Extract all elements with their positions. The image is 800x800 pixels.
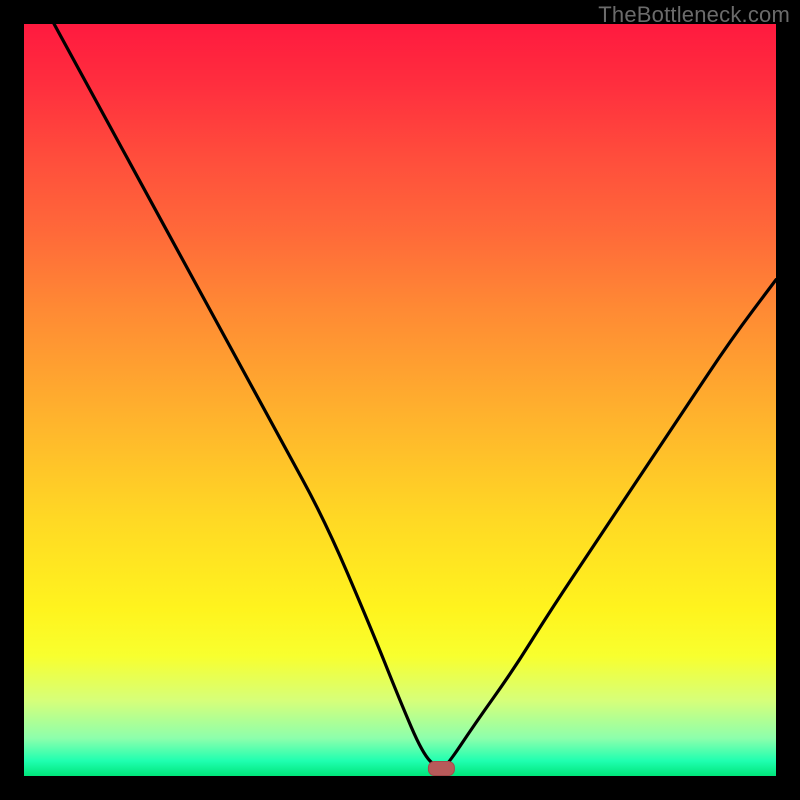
bottleneck-curve (54, 24, 776, 769)
chart-frame: TheBottleneck.com (0, 0, 800, 800)
plot-svg (24, 24, 776, 776)
plot-area (24, 24, 776, 776)
watermark-text: TheBottleneck.com (598, 2, 790, 28)
minimum-marker (428, 762, 454, 776)
